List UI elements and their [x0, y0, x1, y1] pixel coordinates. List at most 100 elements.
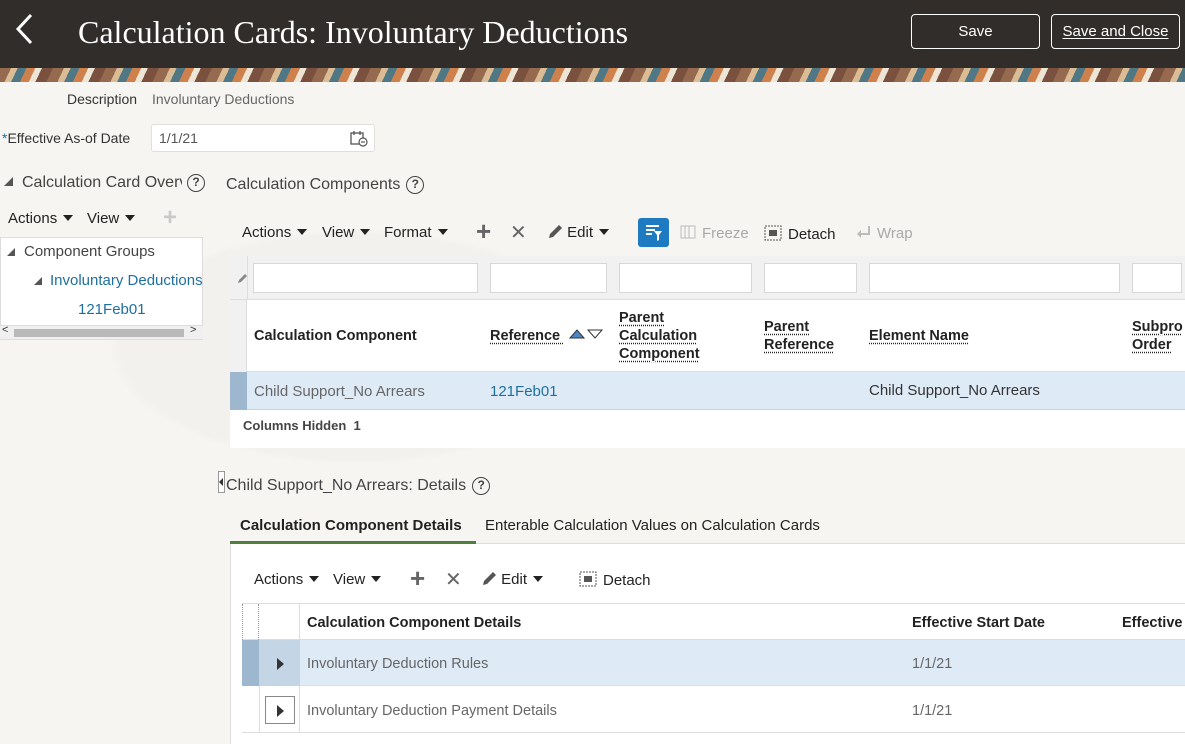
cell-effective-start: 1/1/21 [912, 656, 952, 672]
details-detach-button[interactable]: Detach [579, 571, 651, 589]
components-view-label: View [322, 224, 354, 241]
col-calc-component[interactable]: Calculation Component [254, 327, 417, 345]
cell-reference[interactable]: 121Feb01 [490, 383, 558, 400]
details-actions-menu[interactable]: Actions [254, 571, 319, 588]
description-label: Description [67, 91, 137, 107]
overview-actions-menu[interactable]: Actions [8, 210, 73, 227]
components-view-menu[interactable]: View [322, 224, 370, 241]
details-view-menu[interactable]: View [333, 571, 381, 588]
components-add-icon[interactable]: + [476, 216, 491, 247]
scroll-right-icon[interactable]: > [190, 324, 196, 336]
details-actions-label: Actions [254, 571, 303, 588]
components-wrap-button: Wrap [856, 225, 913, 242]
collapse-triangle-icon[interactable] [3, 176, 14, 187]
cell-component-details: Involuntary Deduction Rules [307, 656, 488, 672]
overview-title: Calculation Card Overv [22, 174, 182, 192]
details-delete-icon[interactable]: ✕ [445, 567, 462, 592]
back-button[interactable] [14, 12, 44, 48]
calendar-icon[interactable] [350, 130, 368, 147]
save-button[interactable]: Save [911, 14, 1040, 49]
components-freeze-label: Freeze [702, 225, 749, 242]
collapse-triangle-icon[interactable] [33, 276, 43, 286]
details-edit-label: Edit [501, 571, 527, 588]
col-reference[interactable]: Reference [490, 327, 603, 345]
tree-node-component-groups[interactable]: Component Groups [24, 243, 155, 260]
overview-help-icon[interactable]: ? [187, 174, 205, 192]
components-freeze-button: Freeze [680, 225, 749, 242]
tree-node-121feb01[interactable]: 121Feb01 [78, 301, 146, 318]
cell-element-name: Child Support_No Arrears [869, 382, 1040, 399]
row-selector[interactable] [230, 372, 247, 410]
wrap-icon [856, 225, 871, 239]
col-effective-end-date[interactable]: Effective [1122, 614, 1182, 632]
details-add-icon[interactable]: + [410, 563, 425, 594]
components-edit-menu[interactable]: Edit [548, 224, 609, 241]
effective-date-label: *Effective As-of Date [2, 130, 130, 146]
components-help-icon[interactable]: ? [406, 176, 424, 194]
filter-reference[interactable] [490, 263, 607, 293]
components-title-text: Calculation Components [226, 176, 400, 193]
scroll-left-icon[interactable]: < [2, 324, 8, 336]
components-actions-label: Actions [242, 224, 291, 241]
expand-row-icon[interactable] [265, 649, 295, 677]
components-wrap-label: Wrap [877, 225, 913, 242]
overview-view-menu[interactable]: View [87, 210, 135, 227]
collapse-triangle-icon[interactable] [6, 247, 16, 257]
panel-border [230, 544, 231, 744]
details-help-icon[interactable]: ? [472, 477, 490, 495]
tree-horizontal-scrollbar[interactable]: < > [0, 325, 203, 339]
chevron-down-icon [371, 576, 381, 582]
col-parent-calc-component[interactable]: Parent Calculation Component [619, 309, 719, 363]
col-element-name[interactable]: Element Name [869, 327, 969, 345]
row-header-gutter [230, 300, 247, 372]
description-value: Involuntary Deductions [152, 91, 294, 107]
filter-calc-component[interactable] [253, 263, 478, 293]
col-subprocess-order[interactable]: Subpro Order [1132, 318, 1185, 354]
details-header-row: Calculation Component Details Effective … [242, 603, 1185, 640]
table-row[interactable]: Involuntary Deduction Payment Details 1/… [242, 686, 1185, 733]
chevron-down-icon [438, 229, 448, 235]
freeze-icon [680, 225, 696, 239]
cell-calc-component: Child Support_No Arrears [254, 383, 425, 400]
panel-splitter-handle[interactable] [218, 471, 225, 493]
details-edit-menu[interactable]: Edit [482, 571, 543, 588]
header-banner [0, 68, 1185, 82]
filter-parent-reference[interactable] [764, 263, 857, 293]
pencil-icon [548, 224, 563, 239]
sort-icon[interactable] [569, 327, 603, 341]
save-and-close-button[interactable]: Save and Close [1051, 14, 1180, 49]
cell-component-details: Involuntary Deduction Payment Details [307, 703, 557, 719]
components-edit-label: Edit [567, 224, 593, 241]
query-by-example-button[interactable] [638, 218, 669, 247]
filter-element-name[interactable] [869, 263, 1120, 293]
row-selector[interactable] [242, 640, 259, 686]
effective-date-label-text: Effective As-of Date [7, 130, 130, 146]
components-format-menu[interactable]: Format [384, 224, 448, 241]
tree-node-involuntary-deductions[interactable]: Involuntary Deductions [50, 272, 203, 289]
filter-subprocess-order[interactable] [1132, 263, 1182, 293]
overview-add-icon: + [163, 204, 177, 232]
scroll-thumb[interactable] [14, 329, 184, 337]
components-detach-button[interactable]: Detach [764, 225, 836, 243]
page-title: Calculation Cards: Involuntary Deduction… [78, 14, 628, 51]
details-title: Child Support_No Arrears: Details? [226, 477, 490, 495]
table-row[interactable]: Involuntary Deduction Rules 1/1/21 [242, 640, 1185, 686]
chevron-down-icon [63, 215, 73, 221]
col-reference-label: Reference [490, 328, 560, 344]
effective-date-input[interactable]: 1/1/21 [151, 124, 375, 152]
expand-column-header [259, 604, 300, 640]
col-component-details[interactable]: Calculation Component Details [307, 614, 521, 632]
tab-enterable-calc-values[interactable]: Enterable Calculation Values on Calculat… [485, 517, 820, 534]
col-effective-start-date[interactable]: Effective Start Date [912, 614, 1045, 632]
components-header-row: Calculation Component Reference Parent C… [230, 300, 1185, 372]
columns-hidden-status: Columns Hidden 1 [243, 418, 361, 433]
components-title: Calculation Components? [226, 176, 424, 194]
expand-row-icon[interactable] [265, 696, 295, 724]
col-parent-reference[interactable]: Parent Reference [764, 318, 854, 354]
tab-calc-component-details[interactable]: Calculation Component Details [240, 517, 462, 534]
cell-effective-start: 1/1/21 [912, 703, 952, 719]
components-actions-menu[interactable]: Actions [242, 224, 307, 241]
components-delete-icon[interactable]: ✕ [510, 220, 527, 245]
table-row[interactable]: Child Support_No Arrears 121Feb01 Child … [230, 372, 1185, 410]
filter-parent-calc-component[interactable] [619, 263, 752, 293]
